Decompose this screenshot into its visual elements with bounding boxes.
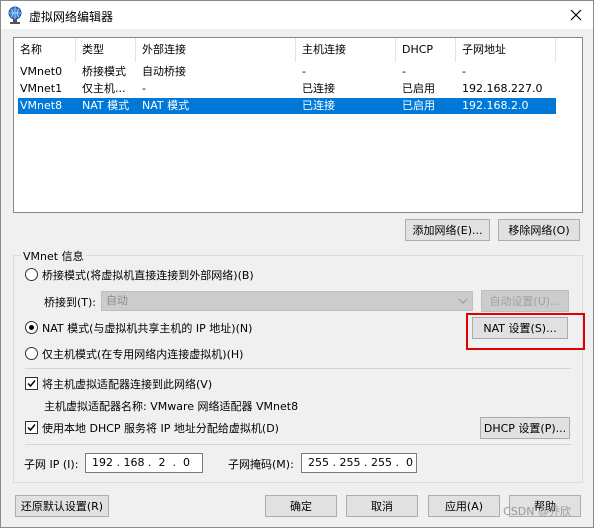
cell-name: VMnet0 xyxy=(20,65,63,78)
column-header-host[interactable]: 主机连接 xyxy=(296,38,396,62)
cell-external: 自动桥接 xyxy=(142,65,186,78)
host-only-mode-radio[interactable] xyxy=(25,347,38,360)
bridged-mode-label[interactable]: 桥接模式(将虚拟机直接连接到外部网络)(B) xyxy=(42,267,254,283)
chevron-down-icon xyxy=(458,298,468,304)
cell-name: VMnet8 xyxy=(20,99,63,112)
cell-subnet: 192.168.227.0 xyxy=(462,82,543,95)
nat-mode-radio[interactable] xyxy=(25,321,38,334)
auto-settings-button[interactable]: 自动设置(U)... xyxy=(481,290,569,312)
subnet-ip-label: 子网 IP (I): xyxy=(24,458,79,471)
window-title: 虚拟网络编辑器 xyxy=(29,10,114,24)
cell-type: 仅主机... xyxy=(82,82,126,95)
apply-button[interactable]: 应用(A) xyxy=(428,495,500,517)
bridged-mode-radio[interactable] xyxy=(25,268,38,281)
cell-host: 已连接 xyxy=(302,82,335,95)
network-row-vmnet1[interactable]: VMnet1 仅主机... - 已连接 已启用 192.168.227.0 xyxy=(18,81,556,97)
cell-type: 桥接模式 xyxy=(82,65,126,78)
close-button[interactable] xyxy=(559,1,593,29)
network-list[interactable]: 名称 类型 外部连接 主机连接 DHCP 子网地址 VMnet0 桥接模式 自动… xyxy=(13,37,583,213)
list-header: 名称 类型 外部连接 主机连接 DHCP 子网地址 xyxy=(14,38,582,62)
title-bar: 虚拟网络编辑器 xyxy=(1,1,593,29)
globe-app-icon xyxy=(8,6,22,24)
bridge-to-select[interactable]: 自动 xyxy=(101,291,473,311)
nat-settings-button[interactable]: NAT 设置(S)... xyxy=(472,317,568,339)
cell-type: NAT 模式 xyxy=(82,99,130,112)
network-row-vmnet8[interactable]: VMnet8 NAT 模式 NAT 模式 已连接 已启用 192.168.2.0 xyxy=(18,98,556,114)
dhcp-settings-button[interactable]: DHCP 设置(P)... xyxy=(480,417,570,439)
cell-subnet: 192.168.2.0 xyxy=(462,99,529,112)
ok-button[interactable]: 确定 xyxy=(265,495,337,517)
bridge-to-value: 自动 xyxy=(106,294,128,307)
adapter-name-text: 主机虚拟适配器名称: VMware 网络适配器 VMnet8 xyxy=(44,400,299,413)
vmnet-info-label: VMnet 信息 xyxy=(21,248,86,264)
cell-dhcp: 已启用 xyxy=(402,99,435,112)
radio-selected-dot xyxy=(29,325,34,330)
cell-host: 已连接 xyxy=(302,99,335,112)
column-header-external[interactable]: 外部连接 xyxy=(136,38,296,62)
column-header-dhcp[interactable]: DHCP xyxy=(396,38,456,62)
host-only-mode-label[interactable]: 仅主机模式(在专用网络内连接虚拟机)(H) xyxy=(42,346,243,362)
add-network-button[interactable]: 添加网络(E)... xyxy=(405,219,490,241)
restore-defaults-button[interactable]: 还原默认设置(R) xyxy=(15,495,109,517)
network-row-vmnet0[interactable]: VMnet0 桥接模式 自动桥接 - - - xyxy=(18,64,556,80)
cancel-button[interactable]: 取消 xyxy=(346,495,418,517)
connect-adapter-label[interactable]: 将主机虚拟适配器连接到此网络(V) xyxy=(42,376,212,392)
cell-name: VMnet1 xyxy=(20,82,63,95)
subnet-mask-label: 子网掩码(M): xyxy=(228,458,294,471)
subnet-ip-input[interactable]: 192 . 168 . 2 . 0 xyxy=(85,453,203,473)
separator-1 xyxy=(25,368,571,369)
use-dhcp-label[interactable]: 使用本地 DHCP 服务将 IP 地址分配给虚拟机(D) xyxy=(42,420,279,436)
watermark-text: CSDN @乔欣 xyxy=(503,505,571,518)
use-dhcp-checkbox[interactable] xyxy=(25,421,38,434)
cell-host: - xyxy=(302,65,306,78)
subnet-mask-input[interactable]: 255 . 255 . 255 . 0 xyxy=(301,453,417,473)
nat-mode-label[interactable]: NAT 模式(与虚拟机共享主机的 IP 地址)(N) xyxy=(42,320,252,336)
close-icon xyxy=(570,9,582,21)
bridge-to-label: 桥接到(T): xyxy=(44,296,97,309)
column-header-type[interactable]: 类型 xyxy=(76,38,136,62)
virtual-network-editor-window: 虚拟网络编辑器 名称 类型 外部连接 主机连接 DHCP 子网地址 VMnet0… xyxy=(0,0,594,528)
cell-subnet: - xyxy=(462,65,466,78)
cell-dhcp: 已启用 xyxy=(402,82,435,95)
checkmark-icon xyxy=(27,424,36,432)
remove-network-button[interactable]: 移除网络(O) xyxy=(498,219,580,241)
checkmark-icon xyxy=(27,380,36,388)
cell-external: - xyxy=(142,82,146,95)
cell-external: NAT 模式 xyxy=(142,99,190,112)
separator-2 xyxy=(25,444,571,445)
column-header-name[interactable]: 名称 xyxy=(14,38,76,62)
connect-adapter-checkbox[interactable] xyxy=(25,377,38,390)
cell-dhcp: - xyxy=(402,65,406,78)
column-header-subnet[interactable]: 子网地址 xyxy=(456,38,556,62)
